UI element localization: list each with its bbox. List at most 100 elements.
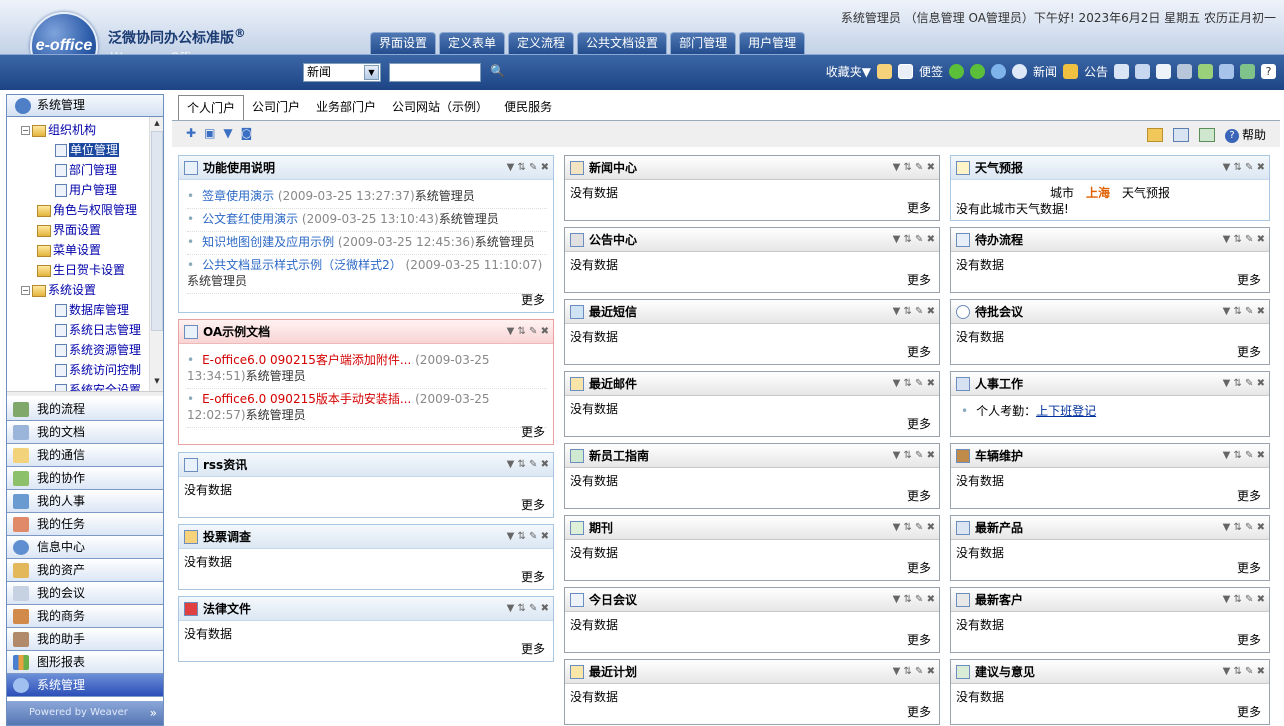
help-button[interactable]: ? 帮助	[1224, 126, 1266, 143]
wrench-icon[interactable]	[1177, 64, 1192, 79]
module-sys-admin[interactable]: 系统管理	[7, 674, 163, 697]
more-link[interactable]: 更多	[521, 568, 545, 585]
more-link[interactable]: 更多	[907, 199, 931, 216]
more-link[interactable]: 更多	[907, 631, 931, 648]
tree-sys[interactable]: − 系统设置	[21, 281, 96, 299]
more-link[interactable]: 更多	[1237, 343, 1261, 360]
more-link[interactable]: 更多	[907, 415, 931, 432]
tree-dept[interactable]: 部门管理	[55, 161, 117, 179]
tree-db[interactable]: 数据库管理	[55, 301, 129, 319]
list-item[interactable]: • 知识地图创建及应用示例 (2009-03-25 12:45:36)系统管理员	[187, 232, 547, 255]
box-controls[interactable]: ▼ ⇅ ✎ ✖	[507, 156, 549, 180]
add-icon[interactable]: ✚	[186, 126, 196, 140]
more-link[interactable]: 更多	[521, 291, 545, 308]
note-icon[interactable]	[897, 64, 913, 79]
more-link[interactable]: 更多	[1237, 559, 1261, 576]
box-controls[interactable]: ▼ ⇅ ✎ ✖	[1223, 372, 1265, 396]
module-my-flow[interactable]: 我的流程	[7, 398, 163, 421]
module-my-comm[interactable]: 我的通信	[7, 444, 163, 467]
module-my-assets[interactable]: 我的资产	[7, 559, 163, 582]
tree-res[interactable]: 系统资源管理	[55, 341, 141, 359]
checkin-link[interactable]: 上下班登记	[1036, 404, 1096, 418]
module-my-hr[interactable]: 我的人事	[7, 490, 163, 513]
tree-access[interactable]: 系统访问控制	[55, 361, 141, 379]
module-my-collab[interactable]: 我的协作	[7, 467, 163, 490]
scroll-up-icon[interactable]: ▲	[151, 119, 163, 131]
tab-user-manage[interactable]: 用户管理	[739, 32, 806, 54]
box-controls[interactable]: ▼ ⇅ ✎ ✖	[507, 597, 549, 621]
more-link[interactable]: 更多	[1237, 271, 1261, 288]
people-icon[interactable]	[1198, 64, 1213, 79]
tab-company-site[interactable]: 公司网站（示例）	[384, 94, 496, 120]
tab-dept-portal[interactable]: 业务部门户	[308, 94, 384, 120]
more-link[interactable]: 更多	[907, 559, 931, 576]
collapse-icon[interactable]: −	[21, 126, 30, 135]
tab-define-flow[interactable]: 定义流程	[508, 32, 575, 54]
notes-link[interactable]: 便签	[919, 63, 943, 80]
weather-city[interactable]: 上海	[1086, 186, 1110, 200]
box-controls[interactable]: ▼ ⇅ ✎ ✖	[893, 588, 935, 612]
search-type-select[interactable]: 新闻 ▼	[303, 63, 381, 82]
tab-services[interactable]: 便民服务	[496, 94, 560, 120]
tab-define-form[interactable]: 定义表单	[439, 32, 506, 54]
dropdown-icon[interactable]: ▼	[223, 126, 232, 140]
users-icon[interactable]	[1135, 64, 1150, 79]
back-icon[interactable]	[948, 64, 964, 79]
module-charts[interactable]: 图形报表	[7, 651, 163, 674]
box-controls[interactable]: ▼ ⇅ ✎ ✖	[893, 156, 935, 180]
tree-scrollbar[interactable]: ▲ ▼	[149, 117, 163, 391]
tab-company-portal[interactable]: 公司门户	[244, 94, 308, 120]
module-my-task[interactable]: 我的任务	[7, 513, 163, 536]
more-link[interactable]: 更多	[907, 487, 931, 504]
box-controls[interactable]: ▼ ⇅ ✎ ✖	[893, 228, 935, 252]
logout-icon[interactable]	[1240, 64, 1255, 79]
search-input[interactable]	[389, 63, 481, 82]
box-controls[interactable]: ▼ ⇅ ✎ ✖	[1223, 516, 1265, 540]
box-controls[interactable]: ▼ ⇅ ✎ ✖	[1223, 156, 1265, 180]
announce-icon[interactable]	[1062, 64, 1078, 79]
user-icon[interactable]: ◙	[241, 126, 253, 140]
layout-icon[interactable]: ▣	[204, 126, 215, 140]
news-link[interactable]: 新闻	[1033, 63, 1057, 80]
eraser-icon[interactable]	[1219, 64, 1234, 79]
more-link[interactable]: 更多	[521, 640, 545, 657]
list-item[interactable]: • E-office6.0 090215版本手动安装插... (2009-03-2…	[187, 389, 547, 428]
image-icon[interactable]	[1198, 127, 1215, 142]
box-controls[interactable]: ▼ ⇅ ✎ ✖	[893, 444, 935, 468]
more-link[interactable]: 更多	[521, 423, 545, 440]
sidebar-splitter[interactable]	[7, 391, 163, 396]
box-controls[interactable]: ▼ ⇅ ✎ ✖	[507, 320, 549, 344]
more-link[interactable]: 更多	[907, 343, 931, 360]
tree-card[interactable]: 生日贺卡设置	[37, 261, 125, 279]
tree-unit[interactable]: 单位管理	[55, 141, 120, 159]
module-my-meeting[interactable]: 我的会议	[7, 582, 163, 605]
more-link[interactable]: 更多	[1237, 631, 1261, 648]
tab-dept-manage[interactable]: 部门管理	[670, 32, 737, 54]
tree-role[interactable]: 角色与权限管理	[37, 201, 137, 219]
box-controls[interactable]: ▼ ⇅ ✎ ✖	[1223, 300, 1265, 324]
tab-personal-portal[interactable]: 个人门户	[178, 95, 245, 121]
mail-icon[interactable]	[1156, 64, 1171, 79]
favorites-menu[interactable]: 收藏夹▼	[826, 63, 871, 80]
list-item[interactable]: • 公共文档显示样式示例（泛微样式2） (2009-03-25 11:10:07)…	[187, 255, 547, 294]
window-icon[interactable]	[1172, 127, 1189, 142]
expand-icon[interactable]: »	[150, 701, 157, 725]
box-controls[interactable]: ▼ ⇅ ✎ ✖	[893, 516, 935, 540]
collapse-icon[interactable]: −	[21, 286, 30, 295]
announce-link[interactable]: 公告	[1084, 63, 1108, 80]
box-controls[interactable]: ▼ ⇅ ✎ ✖	[507, 453, 549, 477]
home-icon[interactable]	[876, 64, 892, 79]
tree-ui[interactable]: 界面设置	[37, 221, 101, 239]
forward-icon[interactable]	[969, 64, 985, 79]
tab-ui-settings[interactable]: 界面设置	[370, 32, 437, 54]
module-my-business[interactable]: 我的商务	[7, 605, 163, 628]
box-controls[interactable]: ▼ ⇅ ✎ ✖	[1223, 588, 1265, 612]
more-link[interactable]: 更多	[1237, 703, 1261, 720]
tree-security[interactable]: 系统安全设置	[55, 381, 141, 391]
box-controls[interactable]: ▼ ⇅ ✎ ✖	[1223, 444, 1265, 468]
refresh-icon[interactable]	[990, 64, 1006, 79]
tab-public-doc[interactable]: 公共文档设置	[577, 32, 668, 54]
tree-user[interactable]: 用户管理	[55, 181, 117, 199]
scroll-down-icon[interactable]: ▼	[151, 377, 163, 389]
tree-log[interactable]: 系统日志管理	[55, 321, 141, 339]
